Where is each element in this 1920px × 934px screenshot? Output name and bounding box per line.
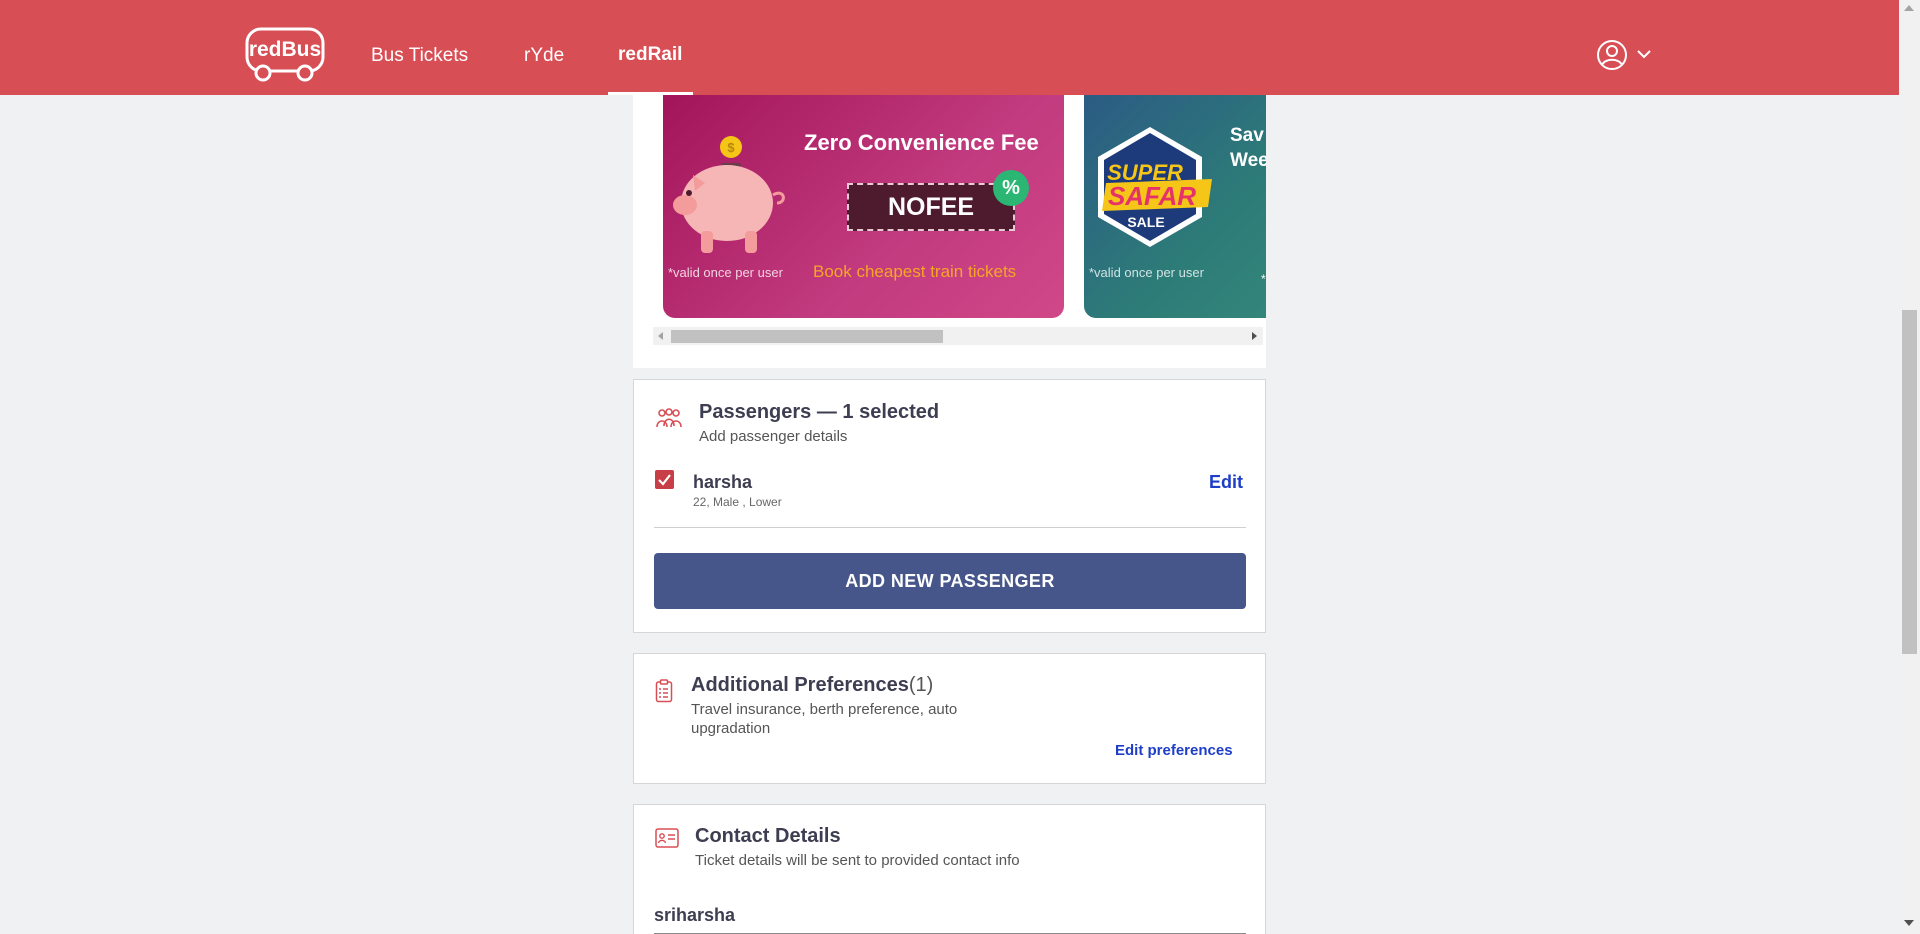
preferences-title: Additional Preferences(1) [691, 674, 934, 696]
scroll-right-arrow-icon[interactable] [1252, 332, 1257, 340]
passenger-checkbox[interactable] [655, 470, 674, 489]
clipboard-list-icon [655, 679, 673, 703]
edit-preferences-link[interactable]: Edit preferences [1115, 742, 1233, 759]
offer-card-super-safar[interactable]: SUPER SAFAR SALE Sav Wee *valid once per … [1084, 95, 1266, 318]
offer2-title: Sav Wee [1230, 125, 1266, 171]
add-new-passenger-button[interactable]: ADD NEW PASSENGER [654, 553, 1246, 609]
offer-subtitle: Book cheapest train tickets [813, 262, 1017, 281]
edit-passenger-link[interactable]: Edit [1209, 472, 1243, 493]
nav-bus-tickets[interactable]: Bus Tickets [371, 45, 468, 67]
page-scrollbar[interactable] [1899, 0, 1920, 934]
passengers-title: Passengers — 1 selected [699, 401, 940, 423]
passengers-card: Passengers — 1 selected Add passenger de… [633, 379, 1266, 633]
user-icon [1597, 40, 1651, 70]
preferences-card: Additional Preferences(1) Travel insuran… [633, 653, 1266, 784]
contact-card-icon [655, 828, 679, 848]
contact-title: Contact Details [695, 825, 841, 847]
passenger-name: harsha [693, 472, 753, 492]
carousel-scroll-thumb[interactable] [671, 330, 943, 343]
percent-badge-icon: % [993, 170, 1029, 206]
passengers-subtitle: Add passenger details [699, 428, 848, 445]
preferences-subtitle: Travel insurance, berth preference, auto… [691, 701, 958, 737]
nav-ryde[interactable]: rYde [524, 45, 564, 67]
svg-text:SALE: SALE [1127, 214, 1164, 230]
scroll-down-arrow-icon[interactable] [1904, 920, 1914, 926]
redbus-logo[interactable]: redBus [245, 27, 325, 83]
piggy-bank-icon: $ [673, 136, 785, 253]
account-menu[interactable] [1595, 38, 1657, 72]
nav-redrail[interactable]: redRail [618, 44, 682, 66]
page-scroll-thumb[interactable] [1902, 310, 1917, 654]
scroll-left-arrow-icon[interactable] [658, 332, 663, 340]
coupon-code: NOFEE [847, 183, 1015, 231]
offer-title: Zero Convenience Fee [804, 130, 1039, 155]
contact-subtitle: Ticket details will be sent to provided … [695, 852, 1020, 869]
passengers-group-icon [656, 408, 682, 428]
carousel-scrollbar[interactable] [653, 327, 1263, 345]
passenger-meta: 22, Male , Lower [693, 495, 782, 509]
passenger-row: harsha 22, Male , Lower Edit [654, 470, 1246, 528]
checkmark-icon [658, 474, 671, 486]
contact-name-input[interactable] [654, 898, 1246, 934]
svg-text:SAFAR: SAFAR [1108, 181, 1196, 211]
offers-carousel[interactable]: $ Zero Convenience Fee NOFEE % Book chea… [633, 95, 1266, 368]
chevron-down-icon [1637, 50, 1651, 59]
offer-valid-note: *valid once per user [668, 265, 783, 280]
scroll-up-arrow-icon[interactable] [1904, 5, 1914, 11]
logo-text: redBus [249, 38, 321, 61]
preferences-count: (1) [908, 674, 934, 696]
svg-text:$: $ [727, 140, 735, 155]
offer-card-nofee[interactable]: $ Zero Convenience Fee NOFEE % Book chea… [663, 95, 1064, 318]
top-header: redBus Bus Tickets rYde redRail [0, 0, 1899, 95]
contact-card: Contact Details Ticket details will be s… [633, 804, 1266, 934]
super-safar-sale-badge: SUPER SAFAR SALE [1098, 127, 1212, 247]
offer2-valid-note: *valid once per user [1089, 265, 1204, 280]
offer2-footnote: * [1261, 272, 1266, 286]
